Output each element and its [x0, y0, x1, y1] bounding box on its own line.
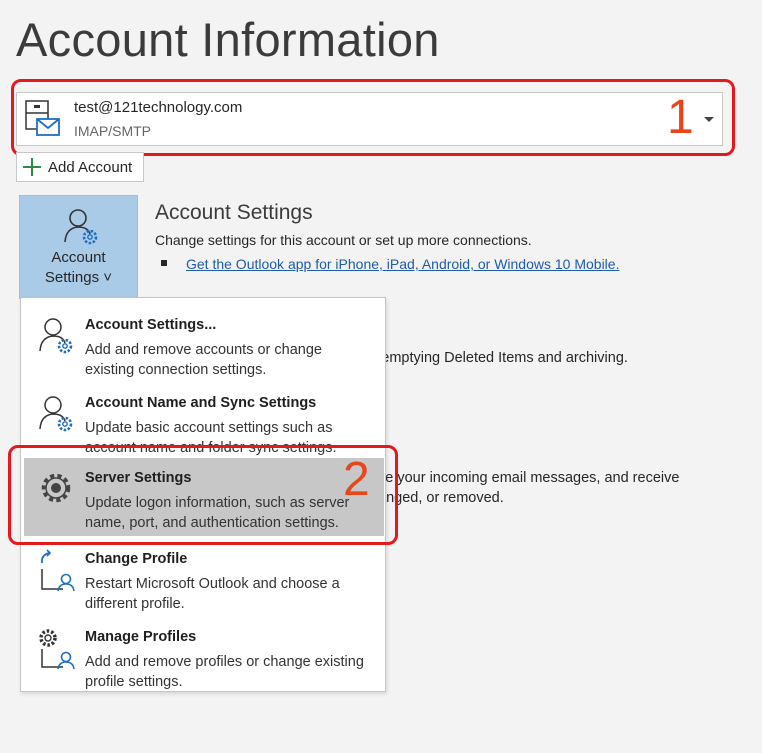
- menu-item-description: Add and remove accounts or change existi…: [85, 342, 322, 378]
- background-text-mailbox: y emptying Deleted Items and archiving.: [370, 350, 628, 366]
- bullet-icon: [161, 260, 167, 266]
- menu-item-manage-profiles[interactable]: Manage Profiles Add and remove profiles …: [24, 617, 384, 695]
- annotation-box-1: [11, 79, 735, 156]
- menu-item-title: Account Settings...: [85, 317, 217, 333]
- manage-profiles-icon: [37, 627, 75, 676]
- change-profile-icon: [37, 549, 75, 598]
- annotation-number-2: 2: [343, 453, 370, 506]
- menu-item-account-settings[interactable]: Account Settings... Add and remove accou…: [24, 305, 384, 383]
- annotation-number-1: 1: [667, 91, 694, 144]
- menu-item-change-profile[interactable]: Change Profile Restart Microsoft Outlook…: [24, 539, 384, 617]
- outlook-app-link[interactable]: Get the Outlook app for iPhone, iPad, An…: [186, 256, 619, 272]
- add-account-label: Add Account: [48, 158, 133, 176]
- annotation-box-2: [8, 445, 398, 545]
- tile-label-line1: Account: [51, 249, 106, 266]
- section-title: Account Settings: [155, 201, 313, 224]
- background-text-rules-1: ze your incoming email messages, and rec…: [378, 470, 680, 486]
- menu-item-title: Account Name and Sync Settings: [85, 395, 317, 411]
- menu-item-description: Restart Microsoft Outlook and choose a d…: [85, 576, 340, 612]
- account-settings-icon: [37, 315, 75, 360]
- menu-item-description: Add and remove profiles or change existi…: [85, 654, 364, 690]
- section-description: Change settings for this account or set …: [155, 232, 532, 248]
- menu-item-title: Manage Profiles: [85, 629, 197, 645]
- menu-item-title: Change Profile: [85, 551, 188, 567]
- tile-label-line2: Settings ˅: [44, 269, 113, 286]
- account-settings-icon: [62, 206, 100, 251]
- plus-icon: [23, 158, 41, 176]
- add-account-button[interactable]: Add Account: [16, 152, 144, 182]
- page-title: Account Information: [16, 13, 440, 66]
- account-settings-tile-button[interactable]: Account Settings ˅: [19, 195, 138, 299]
- account-name-icon: [37, 393, 75, 438]
